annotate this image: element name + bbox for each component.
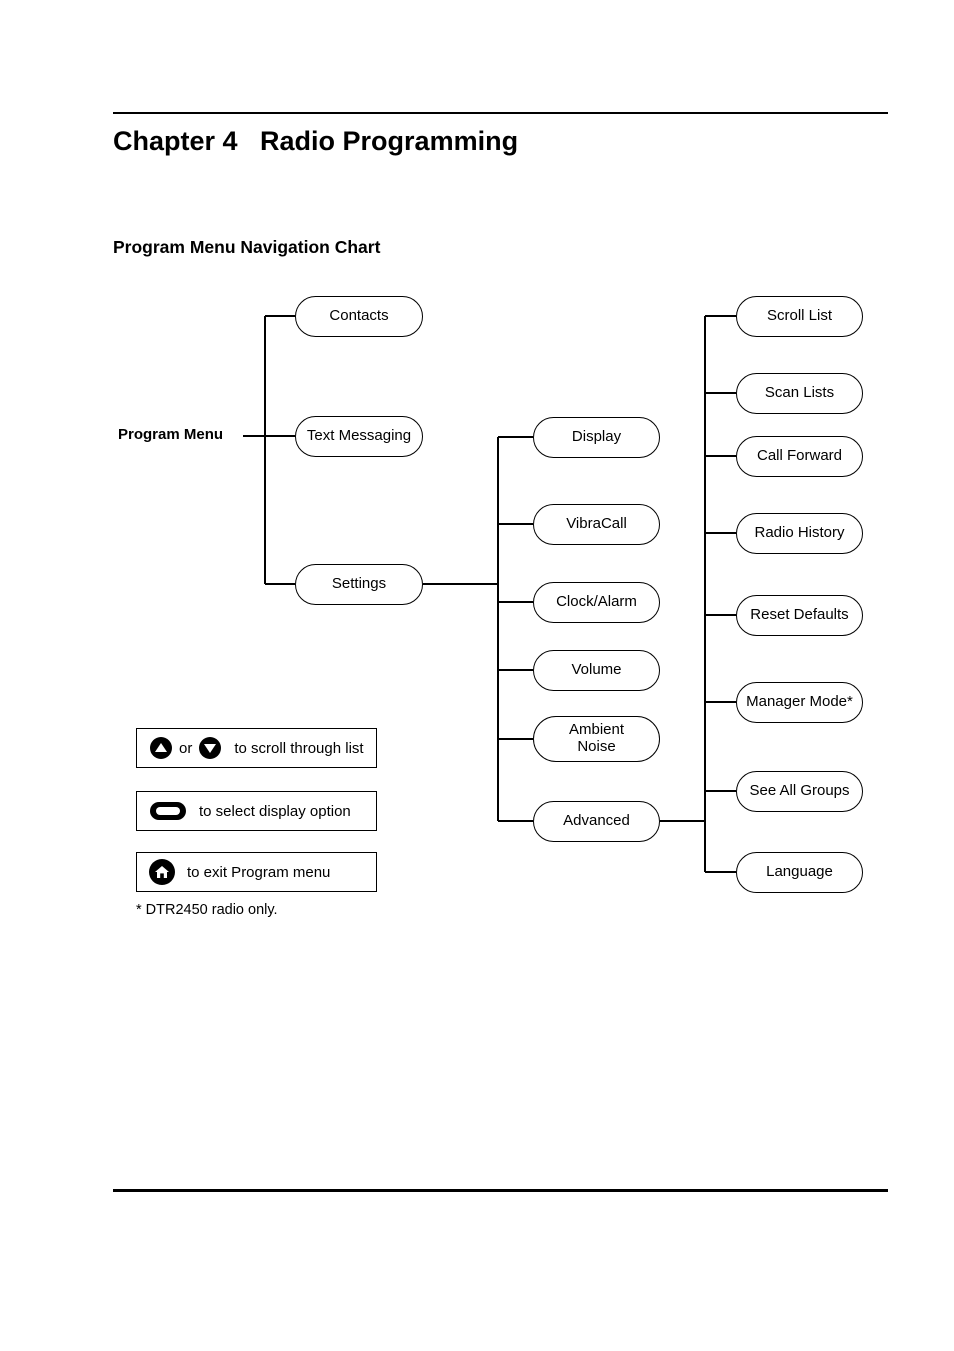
node-volume[interactable]: Volume <box>533 650 660 691</box>
legend-select-label: to select display option <box>199 802 351 820</box>
node-see-all-groups[interactable]: See All Groups <box>736 771 863 812</box>
node-advanced[interactable]: Advanced <box>533 801 660 842</box>
footer-rule <box>113 1189 888 1192</box>
node-ambient-noise[interactable]: Ambient Noise <box>533 716 660 762</box>
legend-select: to select display option <box>136 791 377 831</box>
node-radio-history[interactable]: Radio History <box>736 513 863 554</box>
page: Chapter 4 Radio Programming Program Menu… <box>0 0 954 1351</box>
legend-scroll-label: to scroll through list <box>234 739 364 757</box>
legend-scroll: or to scroll through list <box>136 728 377 768</box>
down-arrow-button-icon <box>199 737 222 759</box>
node-language[interactable]: Language <box>736 852 863 893</box>
node-settings[interactable]: Settings <box>295 564 423 605</box>
node-scroll-list[interactable]: Scroll List <box>736 296 863 337</box>
legend-conjunction: or <box>179 739 193 757</box>
node-reset-defaults[interactable]: Reset Defaults <box>736 595 863 636</box>
legend-exit-label: to exit Program menu <box>187 863 331 881</box>
node-clock-alarm[interactable]: Clock/Alarm <box>533 582 660 623</box>
legend-exit: to exit Program menu <box>136 852 377 892</box>
up-arrow-button-icon <box>150 737 172 759</box>
node-scan-lists[interactable]: Scan Lists <box>736 373 863 414</box>
node-text-messaging[interactable]: Text Messaging <box>295 416 423 457</box>
node-call-forward[interactable]: Call Forward <box>736 436 863 477</box>
root-label-program-menu: Program Menu <box>118 426 224 443</box>
node-vibracall[interactable]: VibraCall <box>533 504 660 545</box>
footnote: * DTR2450 radio only. <box>136 902 278 918</box>
node-display[interactable]: Display <box>533 417 660 458</box>
node-contacts[interactable]: Contacts <box>295 296 423 337</box>
home-button-icon <box>149 859 175 885</box>
select-button-icon <box>150 802 186 820</box>
node-manager-mode[interactable]: Manager Mode* <box>736 682 863 723</box>
